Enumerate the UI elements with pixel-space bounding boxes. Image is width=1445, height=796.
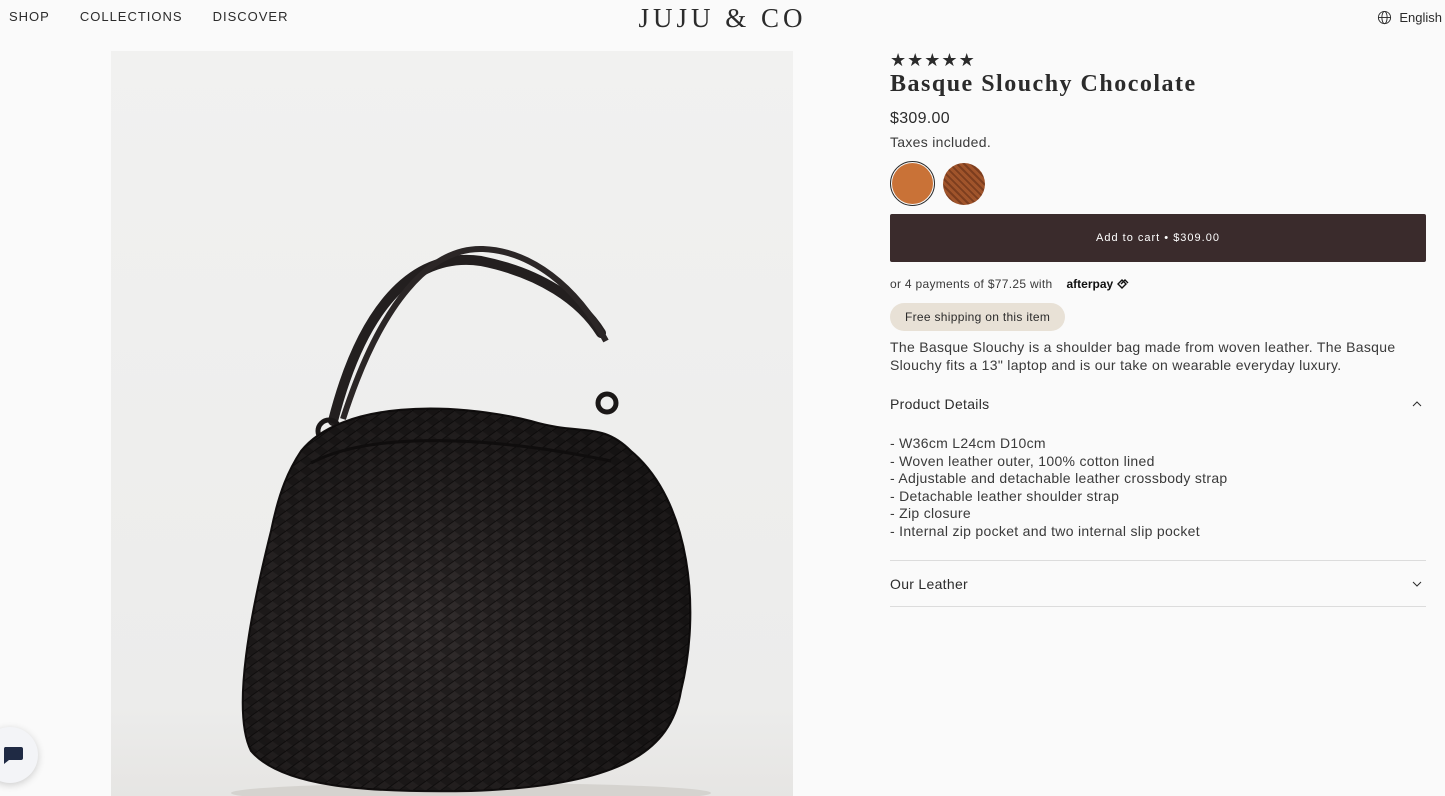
detail-item: - Detachable leather shoulder strap <box>890 487 1120 504</box>
product-image[interactable] <box>111 51 793 796</box>
chat-icon <box>3 747 23 764</box>
brand-logo[interactable]: JUJU & CO <box>0 3 1445 34</box>
accordion-our-leather[interactable]: Our Leather <box>890 561 1426 606</box>
accordion-product-details[interactable]: Product Details <box>890 389 1426 419</box>
divider <box>890 606 1426 607</box>
detail-item: - Internal zip pocket and two internal s… <box>890 522 1200 539</box>
detail-item: - Zip closure <box>890 505 971 521</box>
product-price: $309.00 <box>890 110 950 127</box>
star-icon: ★ <box>958 50 975 70</box>
add-to-cart-button[interactable]: Add to cart • $309.00 <box>890 214 1426 262</box>
swatch-fill <box>942 162 985 205</box>
shipping-badge: Free shipping on this item <box>890 303 1066 331</box>
detail-item: - W36cm L24cm D10cm <box>890 435 1046 451</box>
chevron-down-icon <box>1412 581 1422 587</box>
globe-icon <box>1378 10 1392 25</box>
product-title: Basque Slouchy Chocolate <box>890 71 1197 97</box>
afterpay-logo-text: afterpay <box>1066 277 1114 291</box>
star-icon: ★ <box>907 50 924 70</box>
swatch-tan[interactable] <box>890 161 935 206</box>
chat-button[interactable] <box>0 727 38 783</box>
rating-stars[interactable]: ★ ★ ★ ★ ★ <box>890 51 1426 69</box>
afterpay-info: or 4 payments of $77.25 with afterpay <box>890 276 1426 292</box>
taxes-note: Taxes included. <box>890 134 992 150</box>
afterpay-logo[interactable]: afterpay <box>1067 277 1129 291</box>
product-page: SHOP COLLECTIONS DISCOVER JUJU & CO Engl… <box>0 0 1445 796</box>
product-info: ★ ★ ★ ★ ★ Basque Slouchy Chocolate $309.… <box>890 51 1426 607</box>
accordion-label: Product Details <box>890 396 990 412</box>
language-label: English <box>1399 10 1442 25</box>
color-swatches <box>890 161 1426 206</box>
accordion-label: Our Leather <box>890 575 969 592</box>
site-header: SHOP COLLECTIONS DISCOVER JUJU & CO Engl… <box>0 0 1445 34</box>
chevron-up-icon <box>1412 401 1422 407</box>
afterpay-text: or 4 payments of $77.25 with <box>890 277 1053 291</box>
product-description: The Basque Slouchy is a shoulder bag mad… <box>890 339 1396 373</box>
afterpay-arrows-icon <box>1116 279 1129 289</box>
detail-item: - Woven leather outer, 100% cotton lined <box>890 452 1155 469</box>
detail-item: - Adjustable and detachable leather cros… <box>890 470 1228 486</box>
star-icon: ★ <box>941 50 958 70</box>
swatch-brown-woven[interactable] <box>941 161 986 206</box>
product-details-list: - W36cm L24cm D10cm - Woven leather oute… <box>890 435 1426 540</box>
language-selector[interactable]: English <box>1377 10 1442 25</box>
bag-illustration <box>231 245 711 796</box>
star-icon: ★ <box>890 50 907 70</box>
swatch-fill <box>892 163 933 204</box>
star-icon: ★ <box>924 50 941 70</box>
